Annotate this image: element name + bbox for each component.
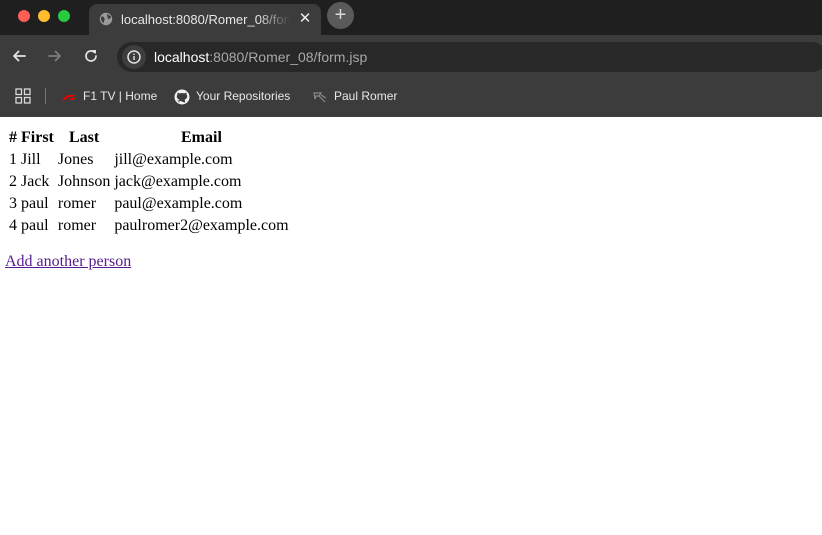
bookmark-your-repositories[interactable]: Your Repositories — [174, 87, 290, 105]
minimize-window-button[interactable] — [38, 10, 50, 22]
url-host: localhost — [154, 49, 210, 65]
address-bar[interactable]: localhost:8080/Romer_08/form.jsp — [117, 42, 822, 72]
fullscreen-window-button[interactable] — [58, 10, 70, 22]
cell-first: Jack — [21, 173, 50, 190]
cell-first: Jill — [21, 151, 41, 168]
add-another-person-link[interactable]: Add another person — [5, 252, 131, 271]
page-content: # First Last Email 1 Jill Jones jill@exa… — [0, 117, 822, 535]
cell-last: romer — [57, 217, 97, 234]
column-header-email: Email — [181, 129, 222, 146]
bookmark-label: Paul Romer — [334, 89, 398, 103]
table-row: 3 paul romer paul@example.com — [8, 194, 290, 214]
paul-romer-favicon — [313, 92, 327, 103]
table-header-row: # First Last Email — [8, 128, 290, 148]
cell-email: jack@example.com — [114, 173, 242, 190]
tab-title: localhost:8080/Romer_08/form.jsp — [121, 12, 291, 27]
github-icon — [174, 89, 190, 105]
cell-number: 3 — [9, 195, 17, 212]
url-text[interactable]: localhost:8080/Romer_08/form.jsp — [154, 48, 367, 66]
bookmark-paul-romer[interactable]: Paul Romer — [312, 87, 397, 105]
cell-last: romer — [57, 195, 97, 212]
f1-icon — [62, 94, 76, 100]
reload-icon[interactable] — [82, 47, 100, 65]
apps-grid-icon[interactable] — [15, 88, 31, 104]
cell-email: jill@example.com — [114, 151, 233, 168]
bookmarks-bar: F1 TV | Home Your Repositories Paul Rome… — [0, 76, 822, 117]
table-row: 4 paul romer paulromer2@example.com — [8, 216, 290, 236]
cell-last: Jones — [57, 151, 94, 168]
browser-toolbar: localhost:8080/Romer_08/form.jsp — [0, 35, 822, 76]
column-header-number: # — [9, 129, 17, 146]
bookmark-label: Your Repositories — [196, 89, 291, 103]
table-row: 2 Jack Johnson jack@example.com — [8, 172, 290, 192]
bookmark-f1-tv[interactable]: F1 TV | Home — [61, 87, 157, 105]
cell-number: 1 — [9, 151, 17, 168]
cell-first: paul — [21, 217, 49, 234]
cell-number: 4 — [9, 217, 17, 234]
tab-close-button[interactable]: ✕ — [296, 9, 314, 29]
cell-email: paul@example.com — [114, 195, 243, 212]
cell-first: paul — [21, 195, 49, 212]
close-window-button[interactable] — [18, 10, 30, 22]
bookmarks-divider — [45, 88, 46, 104]
column-header-first: First — [21, 129, 54, 146]
column-header-last: Last — [68, 129, 100, 146]
back-arrow-icon[interactable] — [10, 47, 28, 65]
active-tab[interactable]: localhost:8080/Romer_08/form.jsp ✕ — [89, 4, 321, 35]
people-table: # First Last Email 1 Jill Jones jill@exa… — [6, 126, 292, 238]
new-tab-button[interactable]: + — [327, 2, 354, 29]
cell-email: paulromer2@example.com — [114, 217, 289, 234]
url-path: :8080/Romer_08/form.jsp — [209, 49, 368, 65]
site-info-icon[interactable] — [122, 45, 146, 69]
table-row: 1 Jill Jones jill@example.com — [8, 150, 290, 170]
forward-arrow-icon[interactable] — [46, 47, 64, 65]
bookmark-label: F1 TV | Home — [83, 89, 158, 103]
cell-last: Johnson — [57, 173, 111, 190]
tab-strip: localhost:8080/Romer_08/form.jsp ✕ + — [0, 0, 822, 35]
cell-number: 2 — [9, 173, 17, 190]
globe-icon — [99, 12, 113, 26]
